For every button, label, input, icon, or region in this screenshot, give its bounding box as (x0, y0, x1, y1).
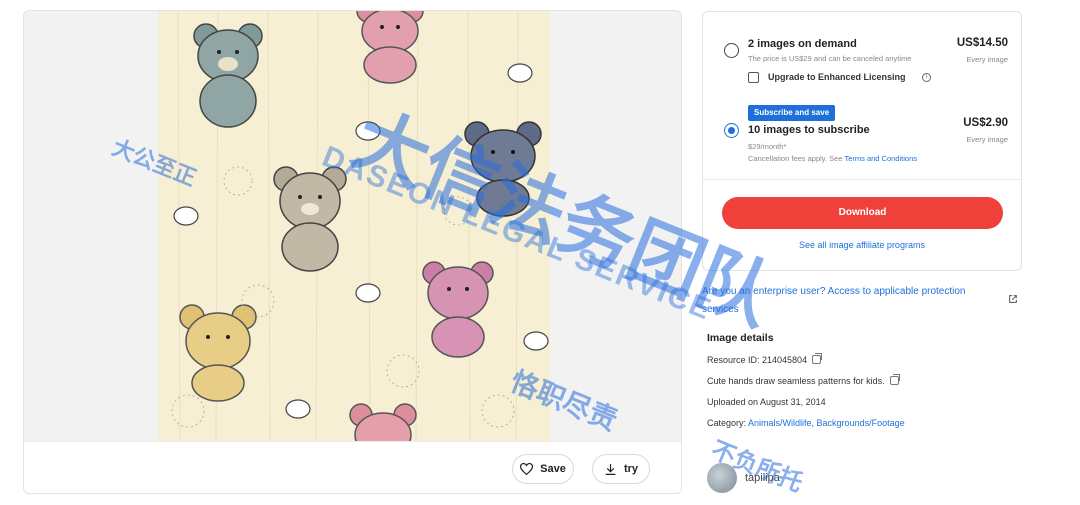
info-icon[interactable]: i (922, 73, 931, 82)
on-demand-title: 2 images on demand (748, 38, 857, 50)
subscribe-radio[interactable] (724, 123, 739, 138)
cancellation-note: Cancellation fees apply. See Terms and C… (748, 154, 917, 163)
copy-icon[interactable] (812, 353, 823, 364)
preview-action-bar: Save try (24, 441, 681, 493)
enhanced-license-checkbox[interactable] (748, 72, 759, 83)
affiliate-programs-link[interactable]: See all image affiliate programs (703, 240, 1021, 250)
subscribe-price-unit: Every image (966, 135, 1008, 144)
resource-id: Resource ID: 214045804 (707, 353, 823, 365)
on-demand-price-unit: Every image (966, 55, 1008, 64)
terms-link[interactable]: Terms and Conditions (844, 154, 917, 163)
cancellation-text: Cancellation fees apply. See (748, 154, 845, 163)
try-label: try (623, 463, 639, 475)
bear-grey (273, 166, 347, 272)
heart-icon (520, 463, 534, 475)
bear-pink-top (356, 11, 424, 84)
purchase-card: 2 images on demand The price is US$29 an… (702, 11, 1022, 271)
on-demand-price: US$14.50 (956, 37, 1008, 49)
subscribe-title: 10 images to subscribe (748, 124, 870, 136)
page: Save try 2 images on demand The price is… (0, 0, 1080, 505)
external-link-icon[interactable] (1008, 294, 1018, 304)
bear-pink-bottom (349, 403, 417, 441)
download-icon (605, 463, 616, 475)
avatar[interactable] (707, 463, 737, 493)
category-label: Category: (707, 418, 749, 428)
upload-date: Uploaded on August 31, 2014 (707, 397, 826, 407)
on-demand-radio[interactable] (724, 43, 739, 58)
subscribe-subtitle: $29/month* (748, 142, 787, 151)
copy-icon[interactable] (889, 374, 900, 385)
preview-card: Save try (23, 10, 682, 494)
divider (703, 179, 1021, 180)
category: Category: Animals/Wildlife, Backgrounds/… (707, 418, 905, 428)
enhanced-license-label: Upgrade to Enhanced Licensing (768, 72, 906, 82)
bear-navy (464, 121, 542, 217)
category-link[interactable]: Animals/Wildlife, Backgrounds/Footage (748, 418, 905, 428)
subscribe-badge: Subscribe and save (748, 105, 836, 121)
save-button[interactable]: Save (512, 454, 574, 484)
bear-pattern-illustration (171, 11, 549, 441)
bear-yellow (179, 304, 257, 402)
save-label: Save (540, 463, 566, 475)
image-details-title: Image details (707, 332, 774, 344)
bear-pink-middle (422, 261, 494, 358)
author-info[interactable]: tapilipa (707, 463, 780, 493)
on-demand-subtitle: The price is US$29 and can be canceled a… (748, 54, 912, 63)
bear-teal (193, 23, 263, 128)
image-description: Cute hands draw seamless patterns for ki… (707, 374, 900, 386)
bear-pattern-image (158, 11, 550, 441)
resource-id-text: Resource ID: 214045804 (707, 355, 808, 365)
try-button[interactable]: try (592, 454, 650, 484)
download-button[interactable]: Download (722, 197, 1003, 229)
enterprise-protection-link[interactable]: Are you an enterprise user? Access to ap… (702, 283, 1002, 319)
description-text: Cute hands draw seamless patterns for ki… (707, 376, 885, 386)
image-preview[interactable] (24, 11, 681, 441)
author-name[interactable]: tapilipa (745, 472, 780, 484)
subscribe-price: US$2.90 (963, 117, 1008, 129)
